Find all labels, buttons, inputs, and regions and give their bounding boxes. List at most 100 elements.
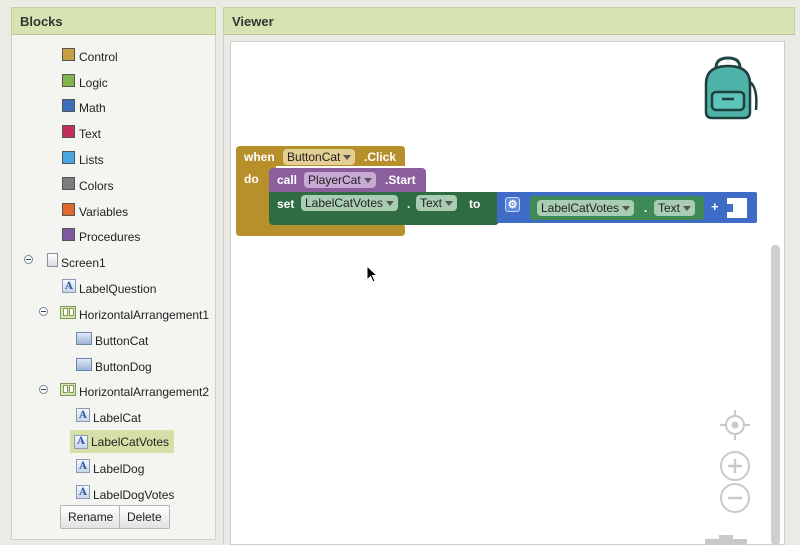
- label-component-icon: A: [76, 408, 90, 422]
- event-component-dropdown[interactable]: ButtonCat: [283, 149, 356, 165]
- delete-button[interactable]: Delete: [119, 505, 170, 529]
- tree-item-label: LabelQuestion: [79, 282, 157, 296]
- tree-item-labelcatvotes[interactable]: A LabelCatVotes: [70, 430, 175, 453]
- builtin-label: Text: [79, 127, 102, 141]
- workspace-vertical-scrollbar[interactable]: [771, 245, 780, 545]
- variables-swatch-icon: [62, 202, 75, 216]
- tree-item-labelcat[interactable]: A LabelCat: [76, 408, 141, 428]
- chevron-down-icon: [683, 205, 692, 211]
- event-name: .Click: [364, 150, 397, 164]
- builtin-lists[interactable]: Lists: [62, 150, 104, 170]
- tree-item-labeldog[interactable]: A LabelDog: [76, 459, 144, 479]
- dropdown-value: LabelCatVotes: [541, 201, 620, 215]
- dropdown-value: ButtonCat: [287, 150, 341, 164]
- chevron-down-icon: [386, 200, 395, 206]
- builtin-label: Control: [79, 50, 118, 64]
- text-swatch-icon: [62, 124, 75, 138]
- label-component-icon: A: [62, 279, 76, 293]
- call-playercat-start-block[interactable]: call PlayerCat .Start: [269, 168, 426, 192]
- dot-separator: .: [407, 197, 411, 211]
- math-swatch-icon: [62, 98, 75, 112]
- chevron-down-icon: [363, 177, 372, 183]
- method-name: .Start: [385, 173, 416, 187]
- lists-swatch-icon: [62, 150, 75, 164]
- builtin-variables[interactable]: Variables: [62, 202, 128, 222]
- horizontal-arrangement-icon: [60, 382, 76, 396]
- control-swatch-icon: [62, 47, 75, 61]
- builtin-label: Math: [79, 101, 106, 115]
- builtin-label: Variables: [79, 205, 129, 219]
- builtin-label: Procedures: [79, 230, 141, 244]
- rename-button[interactable]: Rename: [60, 505, 122, 529]
- tree-item-label: ButtonDog: [95, 360, 152, 374]
- empty-input-socket[interactable]: [727, 198, 747, 218]
- label-component-icon: A: [74, 434, 88, 449]
- mutator-gear-icon[interactable]: ⚙: [505, 197, 520, 212]
- chevron-down-icon: [445, 200, 454, 206]
- tree-item-screen1[interactable]: Screen1: [47, 253, 106, 273]
- button-component-icon: [76, 357, 92, 371]
- getter-property-dropdown[interactable]: Text: [654, 200, 696, 216]
- builtin-label: Lists: [79, 153, 104, 167]
- viewer-panel-header: Viewer: [223, 7, 795, 35]
- builtin-colors[interactable]: Colors: [62, 176, 114, 196]
- tree-item-buttondog[interactable]: ButtonDog: [76, 357, 152, 377]
- tree-item-horizontalarrangement1[interactable]: HorizontalArrangement1: [60, 305, 209, 325]
- label-component-icon: A: [76, 459, 90, 473]
- backpack-icon[interactable]: [694, 54, 762, 122]
- getter-component-dropdown[interactable]: LabelCatVotes: [537, 200, 635, 216]
- builtin-text[interactable]: Text: [62, 124, 101, 144]
- tree-item-label: HorizontalArrangement2: [79, 385, 210, 399]
- to-keyword: to: [469, 197, 481, 211]
- chevron-down-icon: [622, 205, 631, 211]
- dropdown-value: LabelCatVotes: [305, 196, 384, 210]
- horizontal-arrangement-icon: [60, 305, 76, 319]
- dot-separator: .: [644, 201, 648, 215]
- blocks-panel: Control Logic Math Text Lists Colors Var…: [11, 35, 216, 540]
- label-component-icon: A: [76, 485, 90, 499]
- dropdown-value: PlayerCat: [308, 173, 361, 187]
- builtin-label: Colors: [79, 179, 114, 193]
- blocks-panel-header: Blocks: [11, 7, 216, 35]
- call-component-dropdown[interactable]: PlayerCat: [304, 172, 376, 188]
- colors-swatch-icon: [62, 176, 75, 190]
- tree-item-label: LabelDogVotes: [93, 488, 175, 502]
- logic-swatch-icon: [62, 73, 75, 87]
- zoom-in-icon[interactable]: [719, 450, 751, 482]
- builtin-procedures[interactable]: Procedures: [62, 227, 140, 247]
- builtin-control[interactable]: Control: [62, 47, 118, 67]
- set-property-dropdown[interactable]: Text: [416, 195, 458, 211]
- dropdown-value: Text: [658, 201, 681, 215]
- tree-item-label: LabelCat: [93, 411, 142, 425]
- collapse-harr2-icon[interactable]: [39, 385, 48, 394]
- set-component-dropdown[interactable]: LabelCatVotes: [301, 195, 399, 211]
- tree-item-labeldogvotes[interactable]: A LabelDogVotes: [76, 485, 174, 505]
- tree-item-label: LabelDog: [93, 462, 145, 476]
- tree-item-label: LabelCatVotes: [91, 434, 170, 449]
- set-labelcatvotes-text-block[interactable]: set LabelCatVotes . Text to: [269, 192, 499, 225]
- recenter-target-icon[interactable]: [719, 409, 751, 441]
- tree-item-labelquestion[interactable]: A LabelQuestion: [62, 279, 156, 299]
- zoom-out-icon[interactable]: [719, 482, 751, 514]
- do-keyword: do: [244, 172, 259, 186]
- when-keyword: when: [244, 150, 275, 164]
- tree-item-horizontalarrangement2[interactable]: HorizontalArrangement2: [60, 382, 209, 402]
- mouse-cursor-icon: [366, 265, 379, 283]
- builtin-math[interactable]: Math: [62, 98, 106, 118]
- getter-labelcatvotes-text-block[interactable]: LabelCatVotes . Text: [530, 196, 704, 220]
- set-keyword: set: [277, 197, 295, 211]
- trash-can-icon[interactable]: [703, 535, 749, 545]
- call-keyword: call: [277, 173, 298, 187]
- procedures-swatch-icon: [62, 227, 75, 241]
- collapse-harr1-icon[interactable]: [39, 307, 48, 316]
- screen-icon: [47, 253, 58, 267]
- tree-item-buttoncat[interactable]: ButtonCat: [76, 331, 148, 351]
- builtin-logic[interactable]: Logic: [62, 73, 108, 93]
- plus-operator: +: [711, 199, 719, 214]
- dropdown-value: Text: [420, 196, 443, 210]
- tree-item-label: HorizontalArrangement1: [79, 308, 210, 322]
- builtin-label: Logic: [79, 76, 108, 90]
- collapse-screen1-icon[interactable]: [24, 255, 33, 264]
- tree-item-label: ButtonCat: [95, 334, 149, 348]
- tree-item-label: Screen1: [61, 256, 106, 270]
